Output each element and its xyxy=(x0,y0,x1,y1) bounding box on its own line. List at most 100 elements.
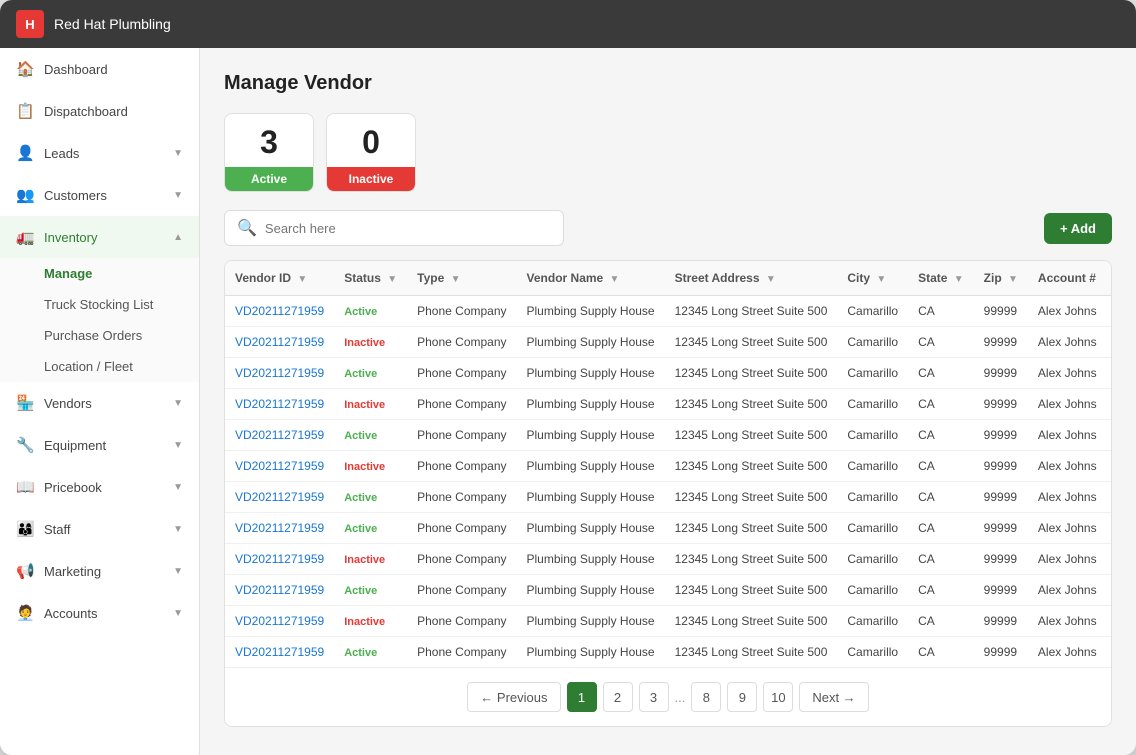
table-scroll-area[interactable]: Vendor ID ▼ Status ▼ Type ▼ Vendor Name … xyxy=(225,261,1111,667)
cell-city: Camarillo xyxy=(837,389,908,420)
active-stat-card: 3 Active xyxy=(224,113,314,192)
active-label: Active xyxy=(225,167,313,191)
sidebar-item-label: Marketing xyxy=(44,564,101,579)
sidebar-item-equipment[interactable]: 🔧 Equipment ▼ xyxy=(0,424,199,466)
table-row: VD20211271959 Inactive Phone Company Plu… xyxy=(225,389,1111,420)
search-box[interactable]: 🔍 xyxy=(224,210,564,246)
col-city: City ▼ xyxy=(837,261,908,296)
cell-vendor-name: Plumbing Supply House xyxy=(517,296,665,327)
cell-vendor-id[interactable]: VD20211271959 xyxy=(225,575,334,606)
chevron-down-icon: ▼ xyxy=(173,524,183,535)
page-button-9[interactable]: 9 xyxy=(727,682,757,712)
titlebar: H Red Hat Plumbling xyxy=(0,0,1136,48)
cell-vendor-id[interactable]: VD20211271959 xyxy=(225,544,334,575)
cell-vendor-id[interactable]: VD20211271959 xyxy=(225,451,334,482)
cell-vendor-id[interactable]: VD20211271959 xyxy=(225,420,334,451)
cell-city: Camarillo xyxy=(837,420,908,451)
sidebar-item-vendors[interactable]: 🏪 Vendors ▼ xyxy=(0,382,199,424)
page-button-1[interactable]: 1 xyxy=(567,682,597,712)
cell-account: Alex Johns xyxy=(1028,327,1107,358)
cell-phone: (713) 213-3871 xyxy=(1107,544,1111,575)
sidebar-item-pricebook[interactable]: 📖 Pricebook ▼ xyxy=(0,466,199,508)
main-content: Manage Vendor 3 Active 0 Inactive 🔍 + A xyxy=(200,48,1136,755)
sidebar-item-label: Equipment xyxy=(44,438,106,453)
sidebar-item-label: Accounts xyxy=(44,606,97,621)
cell-type: Phone Company xyxy=(407,606,516,637)
prev-button[interactable]: ← Previous xyxy=(467,682,560,712)
filter-icon[interactable]: ▼ xyxy=(876,274,886,285)
sidebar-item-accounts[interactable]: 🧑‍💼 Accounts ▼ xyxy=(0,592,199,634)
search-input[interactable] xyxy=(265,221,551,236)
cell-address: 12345 Long Street Suite 500 xyxy=(665,513,838,544)
sidebar-item-inventory[interactable]: 🚛 Inventory ▲ xyxy=(0,216,199,258)
next-button[interactable]: Next → xyxy=(799,682,868,712)
page-button-10[interactable]: 10 xyxy=(763,682,793,712)
cell-phone: (713) 213-3871 xyxy=(1107,606,1111,637)
cell-address: 12345 Long Street Suite 500 xyxy=(665,606,838,637)
sidebar-item-customers[interactable]: 👥 Customers ▼ xyxy=(0,174,199,216)
sidebar-item-dispatchboard[interactable]: 📋 Dispatchboard xyxy=(0,90,199,132)
cell-vendor-id[interactable]: VD20211271959 xyxy=(225,296,334,327)
cell-type: Phone Company xyxy=(407,513,516,544)
cell-vendor-id[interactable]: VD20211271959 xyxy=(225,513,334,544)
filter-icon[interactable]: ▼ xyxy=(766,274,776,285)
sidebar-item-leads[interactable]: 👤 Leads ▼ xyxy=(0,132,199,174)
cell-vendor-id[interactable]: VD20211271959 xyxy=(225,637,334,668)
filter-icon[interactable]: ▼ xyxy=(451,274,461,285)
sidebar-sub-location-fleet[interactable]: Location / Fleet xyxy=(44,351,199,382)
col-phone: Phone # ▼ xyxy=(1107,261,1111,296)
sidebar-item-marketing[interactable]: 📢 Marketing ▼ xyxy=(0,550,199,592)
sidebar-sub-manage[interactable]: Manage xyxy=(44,258,199,289)
col-zip: Zip ▼ xyxy=(974,261,1028,296)
page-button-2[interactable]: 2 xyxy=(603,682,633,712)
customers-icon: 👥 xyxy=(16,186,34,204)
filter-icon[interactable]: ▼ xyxy=(387,274,397,285)
cell-state: CA xyxy=(908,606,974,637)
page-button-3[interactable]: 3 xyxy=(639,682,669,712)
pricebook-icon: 📖 xyxy=(16,478,34,496)
cell-vendor-id[interactable]: VD20211271959 xyxy=(225,389,334,420)
table-row: VD20211271959 Inactive Phone Company Plu… xyxy=(225,327,1111,358)
sidebar-item-label: Dispatchboard xyxy=(44,104,128,119)
cell-state: CA xyxy=(908,327,974,358)
sidebar-sub-purchase-orders[interactable]: Purchase Orders xyxy=(44,320,199,351)
cell-type: Phone Company xyxy=(407,420,516,451)
home-icon: 🏠 xyxy=(16,60,34,78)
sidebar-item-dashboard[interactable]: 🏠 Dashboard xyxy=(0,48,199,90)
cell-address: 12345 Long Street Suite 500 xyxy=(665,482,838,513)
cell-city: Camarillo xyxy=(837,513,908,544)
filter-icon[interactable]: ▼ xyxy=(297,274,307,285)
cell-type: Phone Company xyxy=(407,296,516,327)
cell-type: Phone Company xyxy=(407,451,516,482)
vendor-table-wrapper: Vendor ID ▼ Status ▼ Type ▼ Vendor Name … xyxy=(224,260,1112,727)
sidebar-sub-truck-stocking[interactable]: Truck Stocking List xyxy=(44,289,199,320)
cell-address: 12345 Long Street Suite 500 xyxy=(665,389,838,420)
accounts-icon: 🧑‍💼 xyxy=(16,604,34,622)
filter-icon[interactable]: ▼ xyxy=(1008,274,1018,285)
cell-vendor-name: Plumbing Supply House xyxy=(517,451,665,482)
filter-icon[interactable]: ▼ xyxy=(954,274,964,285)
leads-icon: 👤 xyxy=(16,144,34,162)
page-button-8[interactable]: 8 xyxy=(691,682,721,712)
cell-type: Phone Company xyxy=(407,482,516,513)
cell-vendor-id[interactable]: VD20211271959 xyxy=(225,482,334,513)
filter-icon[interactable]: ▼ xyxy=(610,274,620,285)
cell-status: Inactive xyxy=(334,327,407,358)
sidebar-item-staff[interactable]: 👨‍👩‍👦 Staff ▼ xyxy=(0,508,199,550)
table-row: VD20211271959 Active Phone Company Plumb… xyxy=(225,637,1111,668)
cell-zip: 99999 xyxy=(974,637,1028,668)
cell-status: Active xyxy=(334,420,407,451)
cell-account: Alex Johns xyxy=(1028,296,1107,327)
table-row: VD20211271959 Active Phone Company Plumb… xyxy=(225,575,1111,606)
cell-account: Alex Johns xyxy=(1028,575,1107,606)
add-vendor-button[interactable]: + Add xyxy=(1044,213,1112,244)
cell-zip: 99999 xyxy=(974,327,1028,358)
pagination: ← Previous 1 2 3 ... 8 9 10 Next → xyxy=(225,667,1111,726)
active-count: 3 xyxy=(225,114,313,167)
cell-vendor-id[interactable]: VD20211271959 xyxy=(225,358,334,389)
cell-vendor-id[interactable]: VD20211271959 xyxy=(225,606,334,637)
table-row: VD20211271959 Inactive Phone Company Plu… xyxy=(225,544,1111,575)
cell-vendor-id[interactable]: VD20211271959 xyxy=(225,327,334,358)
cell-phone: (713) 213-3871 xyxy=(1107,389,1111,420)
cell-account: Alex Johns xyxy=(1028,544,1107,575)
